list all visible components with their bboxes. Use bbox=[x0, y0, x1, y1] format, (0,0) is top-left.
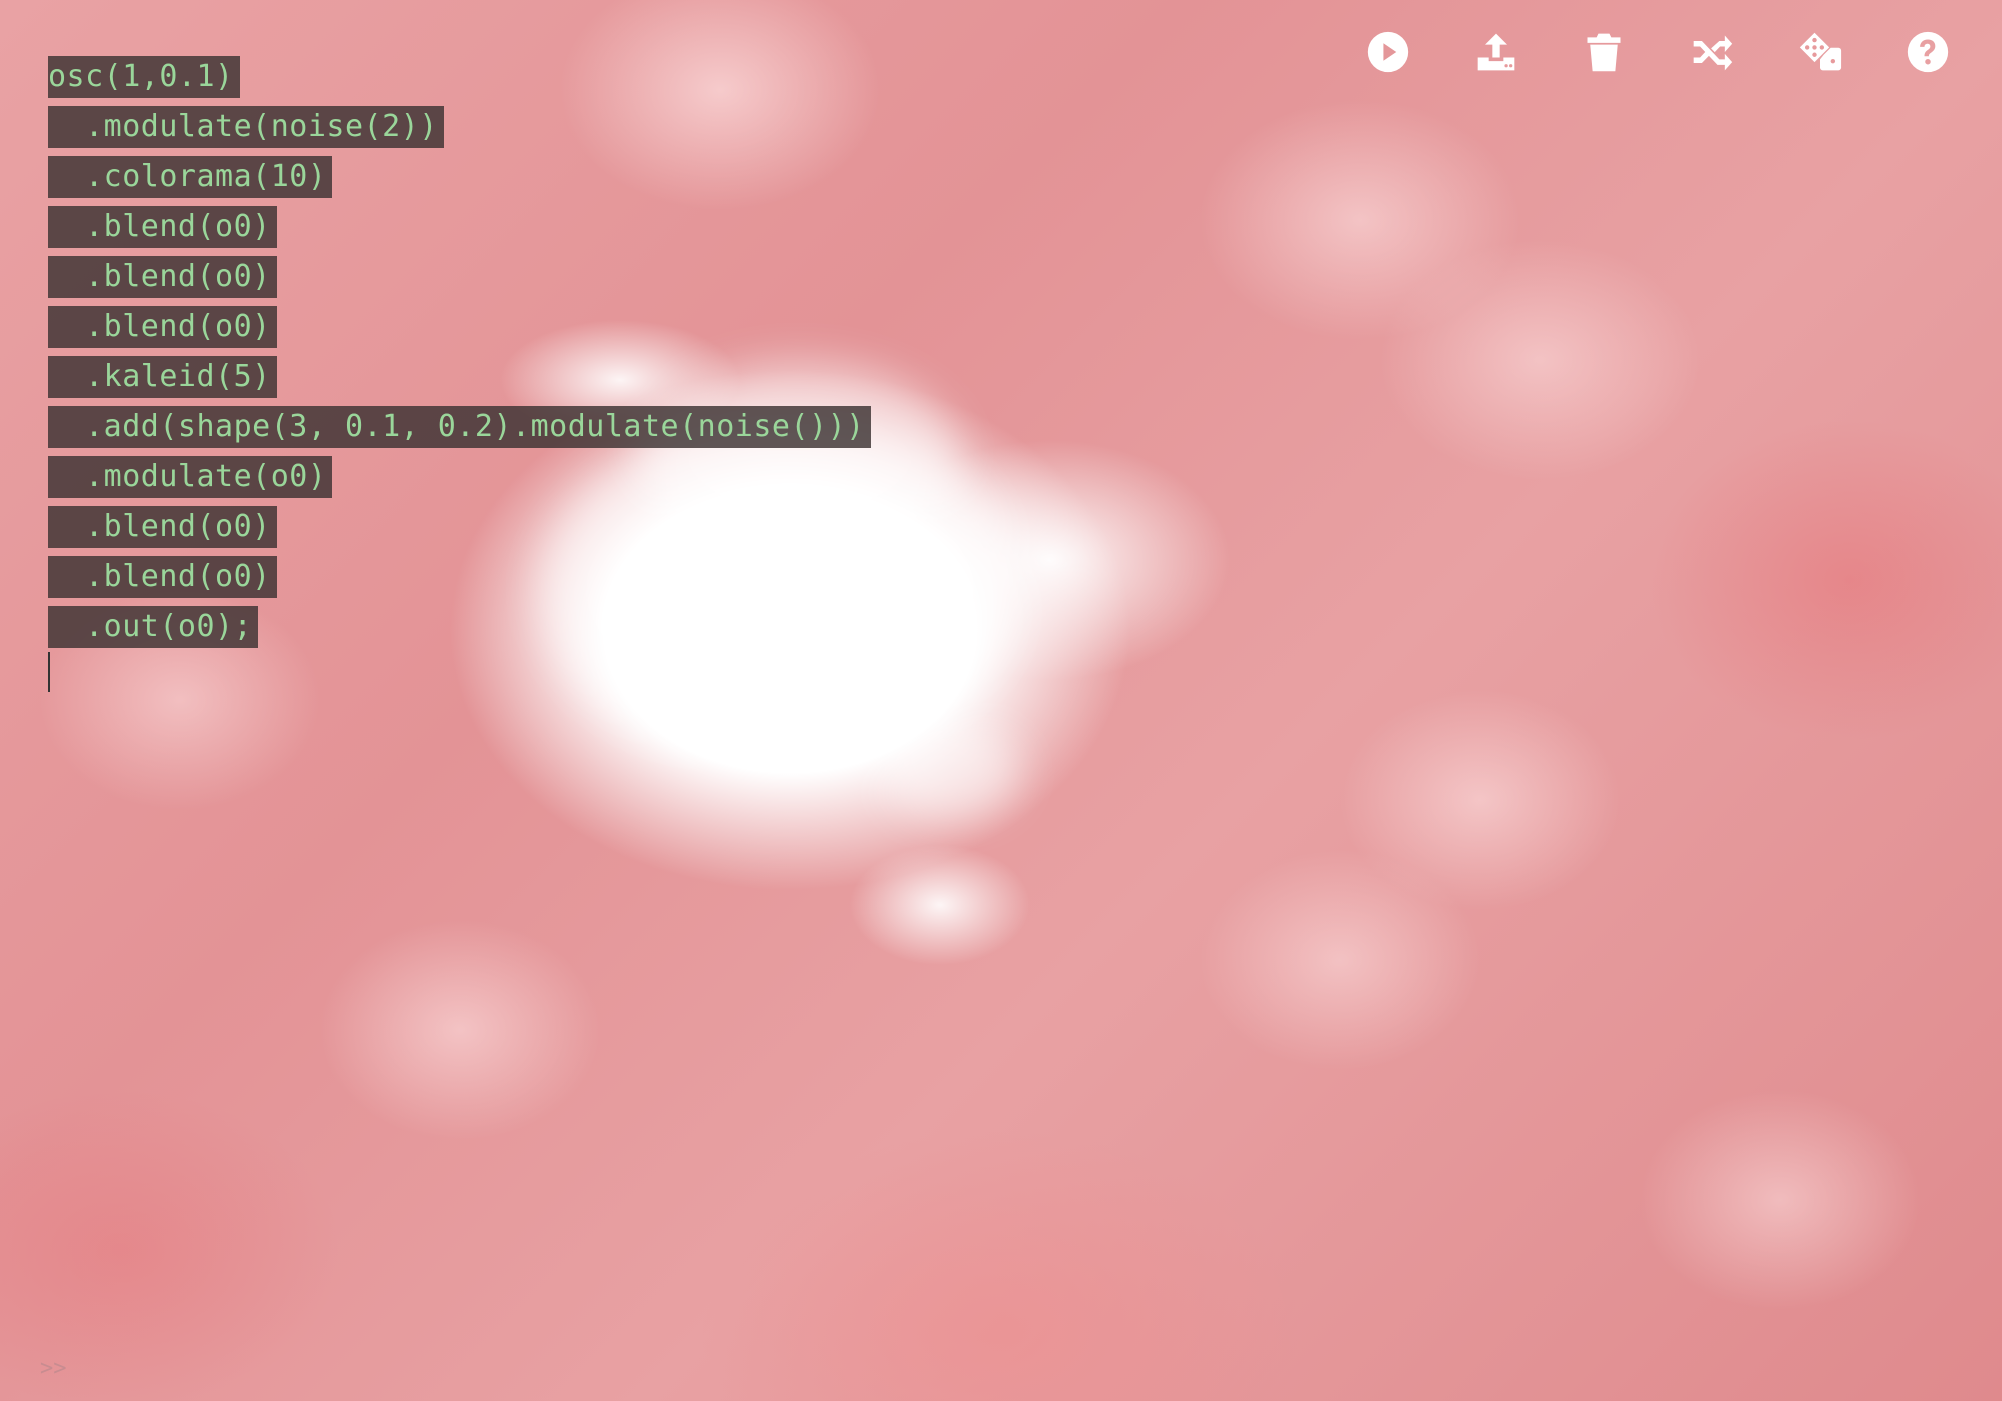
code-line-text: .out(o0); bbox=[48, 606, 259, 648]
code-line[interactable]: .modulate(o0) bbox=[48, 452, 871, 502]
toolbar bbox=[1334, 22, 1982, 82]
code-line-text: .add(shape(3, 0.1, 0.2).modulate(noise()… bbox=[48, 406, 871, 448]
upload-icon bbox=[1477, 33, 1515, 71]
code-line[interactable]: .blend(o0) bbox=[48, 552, 871, 602]
code-line-text: .blend(o0) bbox=[48, 256, 277, 298]
random-button[interactable] bbox=[1766, 22, 1874, 82]
console-prompt[interactable]: >> bbox=[40, 1356, 67, 1381]
code-line[interactable]: .blend(o0) bbox=[48, 302, 871, 352]
code-line[interactable]: .out(o0); bbox=[48, 602, 871, 652]
play-circle-icon bbox=[1367, 31, 1409, 73]
code-line-text: .modulate(o0) bbox=[48, 456, 333, 498]
bright-blob bbox=[880, 720, 1020, 820]
trash-icon bbox=[1587, 33, 1621, 72]
help-button[interactable] bbox=[1874, 22, 1982, 82]
code-line[interactable]: .blend(o0) bbox=[48, 202, 871, 252]
code-line[interactable]: .kaleid(5) bbox=[48, 352, 871, 402]
code-line-text: osc(1,0.1) bbox=[48, 56, 240, 98]
code-line[interactable]: .add(shape(3, 0.1, 0.2).modulate(noise()… bbox=[48, 402, 871, 452]
code-line-text: .blend(o0) bbox=[48, 556, 277, 598]
text-cursor bbox=[48, 652, 50, 692]
upload-button[interactable] bbox=[1442, 22, 1550, 82]
code-line-text: .modulate(noise(2)) bbox=[48, 106, 444, 148]
code-line[interactable]: .blend(o0) bbox=[48, 252, 871, 302]
code-line[interactable]: osc(1,0.1) bbox=[48, 52, 871, 102]
run-button[interactable] bbox=[1334, 22, 1442, 82]
code-line-text: .blend(o0) bbox=[48, 506, 277, 548]
shuffle-button[interactable] bbox=[1658, 22, 1766, 82]
code-line-text: .blend(o0) bbox=[48, 306, 277, 348]
clear-button[interactable] bbox=[1550, 22, 1658, 82]
help-circle-icon bbox=[1907, 31, 1949, 73]
code-line[interactable]: .colorama(10) bbox=[48, 152, 871, 202]
code-line[interactable]: .modulate(noise(2)) bbox=[48, 102, 871, 152]
code-line[interactable]: .blend(o0) bbox=[48, 502, 871, 552]
code-line-text: .blend(o0) bbox=[48, 206, 277, 248]
code-line-text: .colorama(10) bbox=[48, 156, 333, 198]
dice-icon bbox=[1799, 32, 1842, 71]
code-line-text: .kaleid(5) bbox=[48, 356, 277, 398]
code-editor[interactable]: osc(1,0.1) .modulate(noise(2)) .colorama… bbox=[48, 52, 871, 652]
shuffle-icon bbox=[1693, 35, 1733, 71]
